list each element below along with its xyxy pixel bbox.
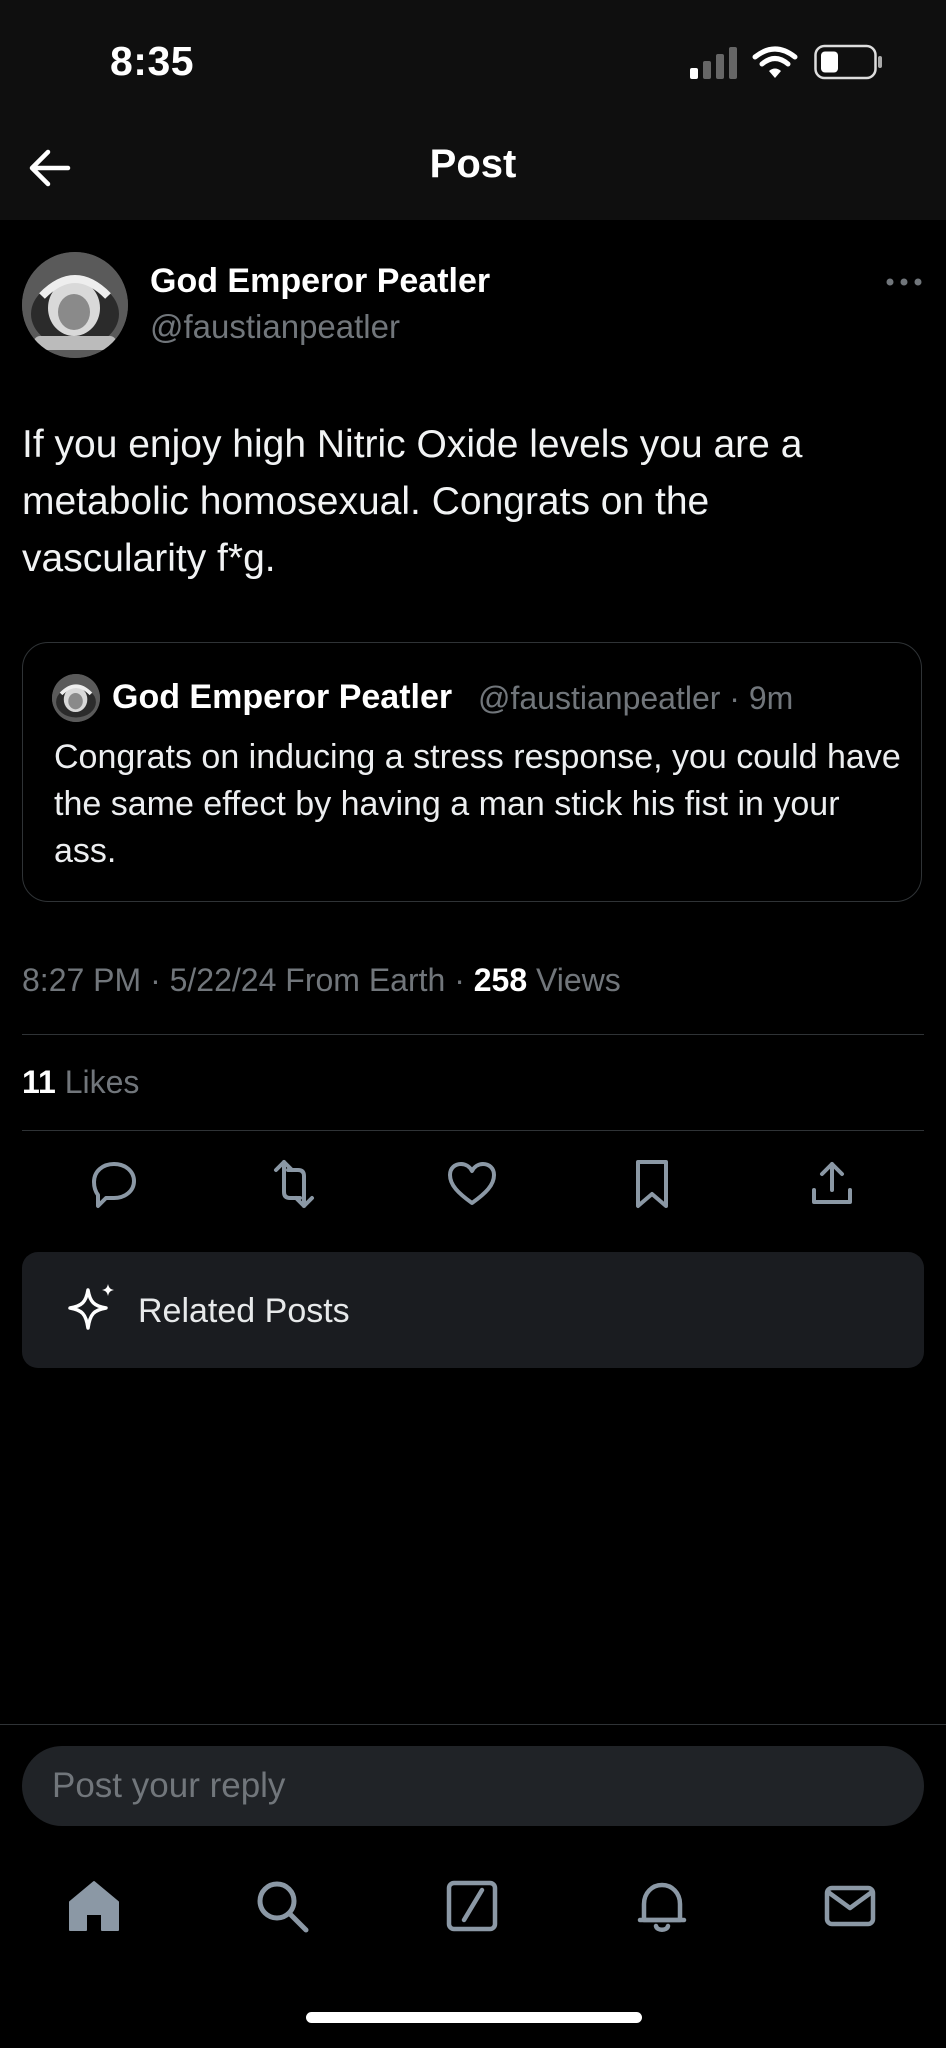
likes-stat[interactable]: 11 Likes [22,1064,139,1101]
divider [22,1034,924,1035]
more-options-icon[interactable] [884,268,924,298]
wifi-icon [752,46,798,78]
signal-icon [690,47,737,79]
status-time: 8:35 [110,38,195,84]
quoted-author-handle: @faustianpeatler · 9m [478,680,794,716]
views-label: Views [527,962,621,998]
grok-icon[interactable] [442,1876,502,1936]
like-icon[interactable] [444,1156,500,1212]
post-timestamp: 8:27 PM · 5/22/24 From Earth · [22,962,474,998]
quoted-avatar [52,674,100,722]
reply-icon[interactable] [86,1156,142,1212]
reply-input[interactable] [52,1766,892,1806]
views-count: 258 [473,962,528,998]
likes-count: 11 [22,1064,56,1100]
divider [22,1130,924,1131]
quoted-author-name: God Emperor Peatler [112,678,453,716]
bookmark-icon[interactable] [624,1156,680,1212]
sparkle-icon [68,1284,114,1330]
share-icon[interactable] [804,1156,860,1212]
repost-icon[interactable] [266,1156,322,1212]
notifications-icon[interactable] [632,1876,692,1936]
home-indicator [306,2012,642,2023]
messages-icon[interactable] [820,1876,880,1936]
page-title: Post [429,142,517,186]
search-icon[interactable] [252,1876,312,1936]
divider [0,1724,946,1725]
likes-label: Likes [55,1064,140,1100]
post-meta: 8:27 PM · 5/22/24 From Earth · 258 Views [22,962,621,999]
quoted-text: Congrats on inducing a stress response, … [54,738,901,870]
related-posts-label: Related Posts [138,1292,350,1330]
author-name[interactable]: God Emperor Peatler [150,262,490,301]
battery-icon [814,44,882,80]
post-text: If you enjoy high Nitric Oxide levels yo… [22,423,803,580]
author-handle[interactable]: @faustianpeatler [150,308,400,346]
avatar[interactable] [22,252,128,358]
home-icon[interactable] [64,1876,124,1936]
